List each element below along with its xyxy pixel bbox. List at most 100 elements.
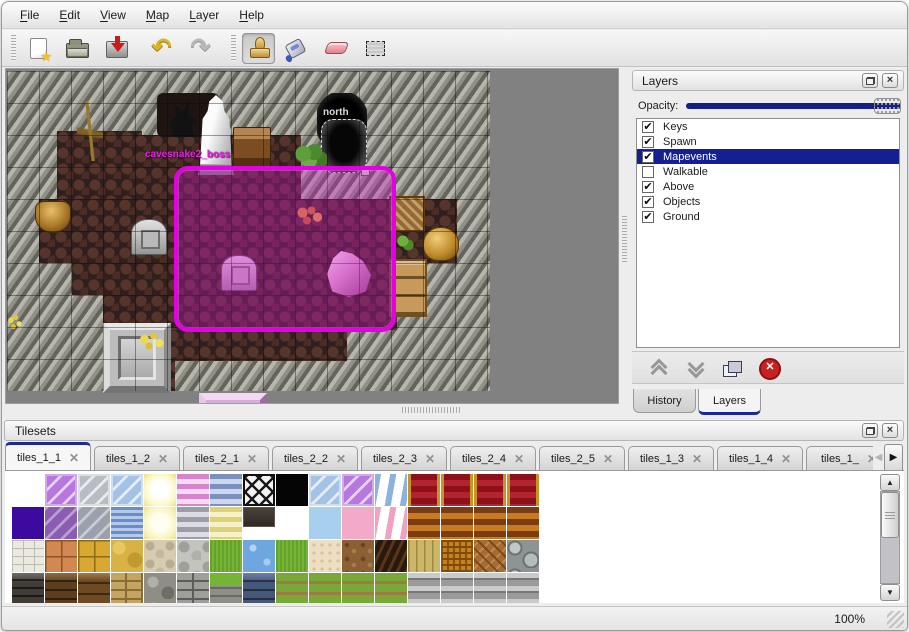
scroll-up-button[interactable]: ▲ xyxy=(880,474,900,491)
map-selection-rect[interactable] xyxy=(174,166,396,332)
palette-scrollbar[interactable]: ▲ ▼ xyxy=(880,474,900,601)
scroll-down-button[interactable]: ▼ xyxy=(880,584,900,601)
tab-close-icon[interactable]: ✕ xyxy=(158,453,168,465)
vertical-splitter[interactable] xyxy=(620,68,630,404)
tileset-tab-tiles_1_2[interactable]: tiles_1_2✕ xyxy=(94,446,180,470)
palette-tile-ribbon-blue[interactable] xyxy=(375,474,407,506)
palette-tile-stripes-yellow[interactable] xyxy=(210,507,242,539)
palette-tile-pink-solid[interactable] xyxy=(342,507,374,539)
palette-tile-crystal-purple[interactable] xyxy=(45,474,77,506)
close-panel-button[interactable]: × xyxy=(882,73,898,88)
scrollbar-thumb[interactable] xyxy=(881,492,899,538)
tileset-palette[interactable]: ▲ ▼ xyxy=(5,470,904,603)
palette-tile-wall-brown2[interactable] xyxy=(78,573,110,603)
palette-tile-crystal-blue[interactable] xyxy=(111,474,143,506)
palette-tile-brick-gray[interactable] xyxy=(177,573,209,603)
open-button[interactable] xyxy=(61,33,94,64)
palette-tile-grass[interactable] xyxy=(276,540,308,572)
layer-row-spawn[interactable]: ✔Spawn xyxy=(637,134,899,149)
save-button[interactable] xyxy=(100,33,133,64)
select-button[interactable] xyxy=(359,33,392,64)
lower-layer-button[interactable] xyxy=(682,356,708,380)
palette-tile-herringbone[interactable] xyxy=(474,540,506,572)
palette-tile-plank-wall[interactable] xyxy=(474,573,506,603)
opacity-slider[interactable] xyxy=(686,97,901,115)
layer-visibility-checkbox[interactable]: ✔ xyxy=(642,151,654,163)
palette-tile-logs-gray[interactable] xyxy=(507,540,539,572)
palette-tile-weave[interactable] xyxy=(441,540,473,572)
palette-tile-flag-yellow[interactable] xyxy=(111,540,143,572)
palette-tile-pebbles-gray[interactable] xyxy=(177,540,209,572)
palette-tile-stripes-blue[interactable] xyxy=(210,474,242,506)
horizontal-splitter[interactable] xyxy=(402,407,460,413)
palette-tile-pebbles-beige[interactable] xyxy=(144,540,176,572)
palette-tile-stripes-brown[interactable] xyxy=(408,507,440,539)
close-panel-button[interactable]: × xyxy=(882,423,898,438)
layer-row-ground[interactable]: ✔Ground xyxy=(637,209,899,224)
palette-tile-glow-white[interactable] xyxy=(144,474,176,506)
layer-visibility-checkbox[interactable]: ✔ xyxy=(642,136,654,148)
palette-tile-crystal-gray-d[interactable] xyxy=(78,507,110,539)
tileset-tab-tiles_1_[interactable]: tiles_1_✕ xyxy=(806,446,873,470)
palette-tile-tiles-orange[interactable] xyxy=(45,540,77,572)
menu-item-edit[interactable]: Edit xyxy=(49,4,90,26)
tab-close-icon[interactable]: ✕ xyxy=(425,453,435,465)
palette-tile-grass-path[interactable] xyxy=(309,573,341,603)
palette-tile-stripes-brown[interactable] xyxy=(507,507,539,539)
palette-tile-stone-white[interactable] xyxy=(12,540,44,572)
palette-tile-grass-path[interactable] xyxy=(342,573,374,603)
palette-tile-water-blue[interactable] xyxy=(111,507,143,539)
tileset-tab-tiles_2_1[interactable]: tiles_2_1✕ xyxy=(183,446,269,470)
scrollbar-track[interactable] xyxy=(880,491,900,584)
palette-tile-wall-brown[interactable] xyxy=(45,573,77,603)
layer-visibility-checkbox[interactable] xyxy=(642,166,654,178)
palette-tile-crystal-purple-d[interactable] xyxy=(45,507,77,539)
menu-item-help[interactable]: Help xyxy=(229,4,274,26)
new-button[interactable] xyxy=(22,33,55,64)
palette-tile-black[interactable] xyxy=(276,474,308,506)
tileset-tab-tiles_1_3[interactable]: tiles_1_3✕ xyxy=(628,446,714,470)
menu-item-view[interactable]: View xyxy=(90,4,136,26)
palette-tile-carpet-red[interactable] xyxy=(507,474,539,506)
palette-tile-plank-wall[interactable] xyxy=(441,573,473,603)
tileset-tab-tiles_2_2[interactable]: tiles_2_2✕ xyxy=(272,446,358,470)
palette-tile-stripes-brown[interactable] xyxy=(441,507,473,539)
delete-layer-button[interactable] xyxy=(756,356,782,380)
tab-close-icon[interactable]: ✕ xyxy=(336,453,346,465)
toolbar-grip[interactable] xyxy=(11,35,16,61)
scroll-tabs-left-button[interactable]: ◀ xyxy=(873,452,884,463)
layer-row-keys[interactable]: ✔Keys xyxy=(637,119,899,134)
palette-tile-plank-wall[interactable] xyxy=(507,573,539,603)
resize-grip[interactable] xyxy=(887,611,904,628)
raise-layer-button[interactable] xyxy=(645,356,671,380)
palette-tile-crystal-gray[interactable] xyxy=(78,474,110,506)
tab-close-icon[interactable]: ✕ xyxy=(781,453,791,465)
palette-tile-sand[interactable] xyxy=(309,540,341,572)
layer-list[interactable]: ✔Keys✔Spawn✔MapeventsWalkable✔Above✔Obje… xyxy=(636,118,900,348)
palette-tile-plank-wall[interactable] xyxy=(408,573,440,603)
palette-tile-lattice[interactable] xyxy=(243,474,275,506)
tileset-tab-tiles_2_3[interactable]: tiles_2_3✕ xyxy=(361,446,447,470)
palette-tile-grass-edge[interactable] xyxy=(210,573,242,603)
float-panel-button[interactable] xyxy=(862,73,878,88)
tileset-tab-tiles_2_5[interactable]: tiles_2_5✕ xyxy=(539,446,625,470)
dock-tab-layers[interactable]: Layers xyxy=(698,389,761,415)
layer-row-objects[interactable]: ✔Objects xyxy=(637,194,899,209)
tab-close-icon[interactable]: ✕ xyxy=(247,453,257,465)
fill-button[interactable] xyxy=(281,33,314,64)
layer-visibility-checkbox[interactable]: ✔ xyxy=(642,211,654,223)
palette-tile-crystal-purple[interactable] xyxy=(342,474,374,506)
palette-tile-carpet-red[interactable] xyxy=(408,474,440,506)
layer-visibility-checkbox[interactable]: ✔ xyxy=(642,181,654,193)
palette-tile-wall-blue[interactable] xyxy=(243,573,275,603)
tile-map[interactable]: northcavesnake2_boss xyxy=(7,71,490,391)
palette-tile-wall-dark[interactable] xyxy=(12,573,44,603)
palette-tile-dirt[interactable] xyxy=(342,540,374,572)
layer-visibility-checkbox[interactable]: ✔ xyxy=(642,121,654,133)
layer-row-walkable[interactable]: Walkable xyxy=(637,164,899,179)
palette-tile-brick-tan[interactable] xyxy=(111,573,143,603)
layer-visibility-checkbox[interactable]: ✔ xyxy=(642,196,654,208)
undo-button[interactable]: ↶ xyxy=(145,33,178,64)
palette-tile-wall-gray[interactable] xyxy=(144,573,176,603)
menu-item-file[interactable]: File xyxy=(10,4,49,26)
